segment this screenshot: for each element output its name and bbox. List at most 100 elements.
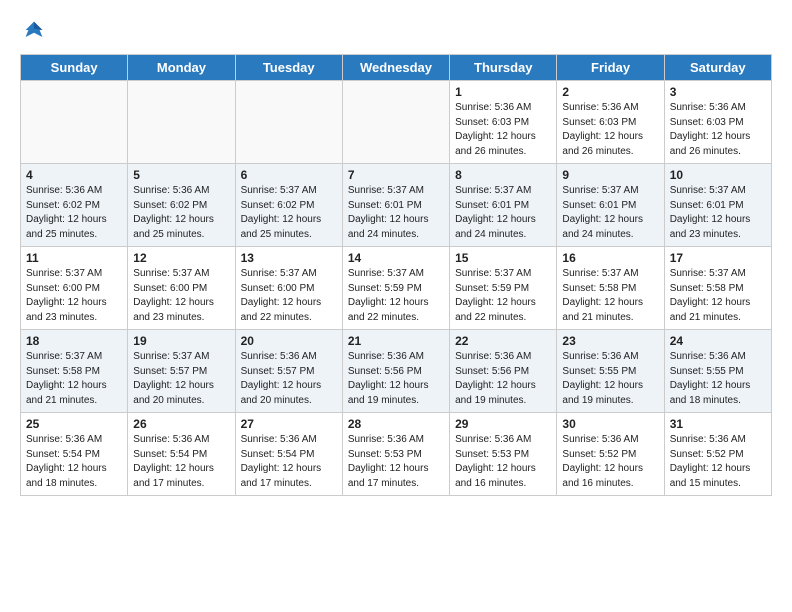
calendar-cell: 29 Sunrise: 5:36 AM Sunset: 5:53 PM Dayli… [450,413,557,496]
day-number: 17 [670,251,766,265]
calendar-cell: 1 Sunrise: 5:36 AM Sunset: 6:03 PM Daylig… [450,81,557,164]
weekday-header-saturday: Saturday [664,55,771,81]
logo-icon [20,16,48,44]
day-info: Sunrise: 5:37 AM Sunset: 6:00 PM Dayligh… [133,267,229,325]
calendar-cell: 11 Sunrise: 5:37 AM Sunset: 6:00 PM Dayli… [21,247,128,330]
day-number: 25 [26,417,122,431]
calendar-cell: 14 Sunrise: 5:37 AM Sunset: 5:59 PM Dayli… [342,247,449,330]
day-number: 6 [241,168,337,182]
day-number: 31 [670,417,766,431]
day-info: Sunrise: 5:36 AM Sunset: 5:52 PM Dayligh… [562,433,658,491]
day-info: Sunrise: 5:37 AM Sunset: 6:00 PM Dayligh… [241,267,337,325]
calendar-cell: 9Sunrise: 5:37 AM Sunset: 6:01 PM Daylig… [557,164,664,247]
day-number: 8 [455,168,551,182]
calendar: SundayMondayTuesdayWednesdayThursdayFrid… [20,54,772,496]
day-number: 22 [455,334,551,348]
calendar-cell: 7 Sunrise: 5:37 AM Sunset: 6:01 PM Daylig… [342,164,449,247]
day-number: 10 [670,168,766,182]
day-info: Sunrise: 5:36 AM Sunset: 6:02 PM Dayligh… [133,184,229,242]
calendar-cell [21,81,128,164]
calendar-cell: 30 Sunrise: 5:36 AM Sunset: 5:52 PM Dayli… [557,413,664,496]
calendar-cell: 21Sunrise: 5:36 AM Sunset: 5:56 PM Dayli… [342,330,449,413]
day-info: Sunrise: 5:36 AM Sunset: 6:03 PM Dayligh… [455,101,551,159]
day-info: Sunrise: 5:36 AM Sunset: 5:53 PM Dayligh… [455,433,551,491]
day-number: 23 [562,334,658,348]
calendar-cell: 17 Sunrise: 5:37 AM Sunset: 5:58 PM Dayli… [664,247,771,330]
day-info: Sunrise: 5:36 AM Sunset: 5:54 PM Dayligh… [26,433,122,491]
calendar-cell: 22 Sunrise: 5:36 AM Sunset: 5:56 PM Dayli… [450,330,557,413]
calendar-cell: 23 Sunrise: 5:36 AM Sunset: 5:55 PM Dayli… [557,330,664,413]
day-number: 28 [348,417,444,431]
weekday-header-wednesday: Wednesday [342,55,449,81]
calendar-cell: 10 Sunrise: 5:37 AM Sunset: 6:01 PM Dayli… [664,164,771,247]
calendar-cell: 18Sunrise: 5:37 AM Sunset: 5:58 PM Dayli… [21,330,128,413]
day-info: Sunrise: 5:36 AM Sunset: 5:53 PM Dayligh… [348,433,444,491]
calendar-cell [235,81,342,164]
day-number: 30 [562,417,658,431]
day-number: 5 [133,168,229,182]
calendar-cell: 28 Sunrise: 5:36 AM Sunset: 5:53 PM Dayli… [342,413,449,496]
day-info: Sunrise: 5:37 AM Sunset: 5:57 PM Dayligh… [133,350,229,408]
day-info: Sunrise: 5:37 AM Sunset: 5:58 PM Dayligh… [562,267,658,325]
calendar-cell: 5 Sunrise: 5:36 AM Sunset: 6:02 PM Daylig… [128,164,235,247]
calendar-cell: 26 Sunrise: 5:36 AM Sunset: 5:54 PM Dayli… [128,413,235,496]
day-info: Sunrise: 5:37 AM Sunset: 6:01 PM Dayligh… [455,184,551,242]
day-number: 20 [241,334,337,348]
day-number: 15 [455,251,551,265]
day-number: 13 [241,251,337,265]
day-info: Sunrise: 5:36 AM Sunset: 5:54 PM Dayligh… [133,433,229,491]
calendar-cell: 12 Sunrise: 5:37 AM Sunset: 6:00 PM Dayli… [128,247,235,330]
day-number: 3 [670,85,766,99]
day-number: 4 [26,168,122,182]
day-number: 21 [348,334,444,348]
day-info: Sunrise: 5:37 AM Sunset: 6:01 PM Dayligh… [348,184,444,242]
calendar-cell: 20 Sunrise: 5:36 AM Sunset: 5:57 PM Dayli… [235,330,342,413]
day-info: Sunrise: 5:36 AM Sunset: 5:52 PM Dayligh… [670,433,766,491]
calendar-cell [342,81,449,164]
day-info: Sunrise: 5:36 AM Sunset: 6:03 PM Dayligh… [562,101,658,159]
day-number: 29 [455,417,551,431]
day-number: 1 [455,85,551,99]
calendar-cell [128,81,235,164]
day-number: 27 [241,417,337,431]
weekday-header-sunday: Sunday [21,55,128,81]
calendar-cell: 15Sunrise: 5:37 AM Sunset: 5:59 PM Dayli… [450,247,557,330]
calendar-cell: 8 Sunrise: 5:37 AM Sunset: 6:01 PM Daylig… [450,164,557,247]
day-number: 18 [26,334,122,348]
calendar-cell: 27 Sunrise: 5:36 AM Sunset: 5:54 PM Dayli… [235,413,342,496]
day-info: Sunrise: 5:36 AM Sunset: 5:55 PM Dayligh… [670,350,766,408]
day-number: 11 [26,251,122,265]
day-number: 14 [348,251,444,265]
day-info: Sunrise: 5:37 AM Sunset: 6:01 PM Dayligh… [670,184,766,242]
day-info: Sunrise: 5:37 AM Sunset: 6:02 PM Dayligh… [241,184,337,242]
calendar-cell: 25 Sunrise: 5:36 AM Sunset: 5:54 PM Dayli… [21,413,128,496]
calendar-cell: 6 Sunrise: 5:37 AM Sunset: 6:02 PM Daylig… [235,164,342,247]
day-info: Sunrise: 5:36 AM Sunset: 5:56 PM Dayligh… [455,350,551,408]
day-info: Sunrise: 5:37 AM Sunset: 5:59 PM Dayligh… [348,267,444,325]
day-info: Sunrise: 5:36 AM Sunset: 5:55 PM Dayligh… [562,350,658,408]
weekday-header-friday: Friday [557,55,664,81]
calendar-cell: 4 Sunrise: 5:36 AM Sunset: 6:02 PM Daylig… [21,164,128,247]
day-info: Sunrise: 5:37 AM Sunset: 6:00 PM Dayligh… [26,267,122,325]
day-number: 2 [562,85,658,99]
day-number: 24 [670,334,766,348]
day-info: Sunrise: 5:37 AM Sunset: 5:58 PM Dayligh… [670,267,766,325]
day-info: Sunrise: 5:36 AM Sunset: 6:02 PM Dayligh… [26,184,122,242]
day-number: 26 [133,417,229,431]
calendar-cell: 24 Sunrise: 5:36 AM Sunset: 5:55 PM Dayli… [664,330,771,413]
calendar-cell: 31 Sunrise: 5:36 AM Sunset: 5:52 PM Dayli… [664,413,771,496]
calendar-cell: 3 Sunrise: 5:36 AM Sunset: 6:03 PM Daylig… [664,81,771,164]
calendar-cell: 2 Sunrise: 5:36 AM Sunset: 6:03 PM Daylig… [557,81,664,164]
day-info: Sunrise: 5:36 AM Sunset: 6:03 PM Dayligh… [670,101,766,159]
day-number: 12 [133,251,229,265]
day-info: Sunrise: 5:36 AM Sunset: 5:57 PM Dayligh… [241,350,337,408]
day-number: 7 [348,168,444,182]
logo [20,16,52,44]
weekday-header-monday: Monday [128,55,235,81]
calendar-cell: 19 Sunrise: 5:37 AM Sunset: 5:57 PM Dayli… [128,330,235,413]
day-number: 9 [562,168,658,182]
weekday-header-thursday: Thursday [450,55,557,81]
day-number: 19 [133,334,229,348]
calendar-cell: 16Sunrise: 5:37 AM Sunset: 5:58 PM Dayli… [557,247,664,330]
day-info: Sunrise: 5:36 AM Sunset: 5:54 PM Dayligh… [241,433,337,491]
